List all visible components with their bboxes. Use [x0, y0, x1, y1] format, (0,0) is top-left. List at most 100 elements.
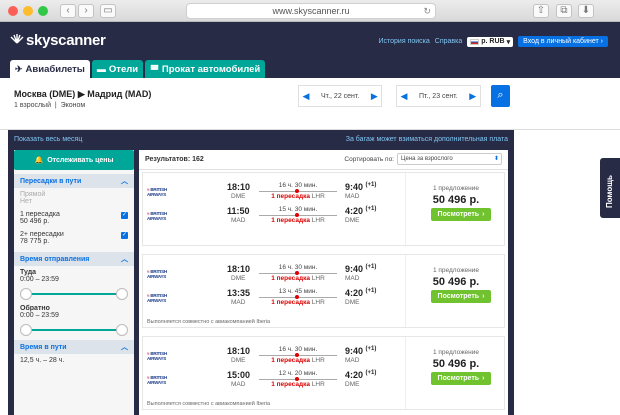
- chevron-right-icon: ›: [482, 211, 485, 218]
- chevron-right-icon: ›: [482, 293, 485, 300]
- departure-time-header[interactable]: Время отправления ︿: [14, 252, 134, 266]
- route-title[interactable]: Москва (DME) ▶ Мадрид (MAD): [14, 89, 151, 100]
- share-icon[interactable]: ⇧: [533, 4, 549, 18]
- reload-icon[interactable]: ↻: [423, 4, 431, 18]
- return-time-slider[interactable]: [20, 324, 128, 336]
- view-deal-button[interactable]: Посмотреть ›: [431, 208, 491, 221]
- flight-leg: ≈ BRITISH AIRWAYS 18:10 DME 16 ч. 30 мин. 1 …: [143, 345, 403, 367]
- arrival-airport: DME: [345, 299, 360, 306]
- result-card[interactable]: ≈ BRITISH AIRWAYS 18:10 DME 16 ч. 30 мин. 1 …: [142, 172, 505, 246]
- filter-label: Обратно: [20, 305, 50, 312]
- tab-label: Прокат автомобилей: [161, 63, 261, 75]
- back-icon[interactable]: ‹: [60, 4, 76, 18]
- chevron-down-icon: ▾: [506, 38, 511, 46]
- track-prices-button[interactable]: 🔔 Отслеживать цены: [14, 150, 134, 170]
- help-tab[interactable]: Помощь: [600, 158, 620, 218]
- chevron-right-icon: ›: [482, 375, 485, 382]
- sort-select[interactable]: Цена за взрослого ⬍: [397, 153, 502, 165]
- arrival-time: 9:40 (+1): [345, 182, 377, 192]
- prev-date-icon[interactable]: ◀: [299, 91, 313, 102]
- chevron-down-icon: ⬍: [493, 156, 499, 162]
- sidebar-icon[interactable]: ▭: [100, 4, 116, 18]
- departure-airport: DME: [231, 357, 246, 364]
- view-deal-button[interactable]: Посмотреть ›: [431, 290, 491, 303]
- route-line: [259, 353, 337, 357]
- plane-icon: ✈: [15, 63, 23, 74]
- forward-icon[interactable]: ›: [78, 4, 94, 18]
- logo-text: skyscanner: [26, 32, 106, 49]
- price: 50 496 р.: [432, 276, 480, 288]
- maximize-window-button[interactable]: [38, 6, 48, 16]
- window-controls: [8, 6, 48, 16]
- route-line: [259, 271, 337, 275]
- outbound-time-filter: Туда 0:00 – 23:59: [14, 266, 134, 286]
- close-window-button[interactable]: [8, 6, 18, 16]
- baggage-note-link[interactable]: За багаж может взиматься дополнительная …: [346, 136, 508, 143]
- sort-value: Цена за взрослого: [401, 156, 453, 162]
- departure-time: 13:35: [227, 288, 251, 298]
- slider-handle-start[interactable]: [20, 288, 32, 300]
- travel-time-filter: 12,5 ч. – 28 ч.: [14, 354, 134, 367]
- stops-info: 1 пересадка LHR: [271, 381, 325, 388]
- chevron-up-icon: ︿: [121, 256, 128, 263]
- airline-logo: ≈ BRITISH AIRWAYS: [147, 351, 167, 361]
- flight-duration: 13 ч. 45 мин.: [278, 288, 318, 295]
- search-button[interactable]: ⌕: [491, 85, 510, 107]
- prev-date-icon[interactable]: ◀: [397, 91, 411, 102]
- address-bar[interactable]: www.skyscanner.ru ↻: [186, 3, 436, 19]
- outbound-time-slider[interactable]: [20, 288, 128, 300]
- arrival-airport: DME: [345, 217, 360, 224]
- return-date-picker[interactable]: ◀ Пт., 23 сент. ▶: [396, 85, 481, 107]
- next-date-icon[interactable]: ▶: [367, 91, 381, 102]
- filter-label: Туда: [20, 269, 37, 276]
- slider-handle-end[interactable]: [116, 324, 128, 336]
- show-month-link[interactable]: Показать весь месяц: [14, 136, 82, 143]
- checkbox-checked-icon[interactable]: ✓: [121, 212, 128, 219]
- depart-date-picker[interactable]: ◀ Чт., 22 сент. ▶: [298, 85, 383, 107]
- filter-label: 1 пересадка: [20, 211, 60, 218]
- slider-handle-start[interactable]: [20, 324, 32, 336]
- russia-flag-icon: [470, 38, 480, 45]
- arrival-time: 4:20 (+1): [345, 370, 377, 380]
- departure-airport: DME: [231, 275, 246, 282]
- return-time-filter: Обратно 0:00 – 23:59: [14, 302, 134, 322]
- currency-selector[interactable]: р. RUB ▾: [467, 36, 514, 47]
- slider-handle-end[interactable]: [116, 288, 128, 300]
- arrow-right-icon: ▶: [77, 89, 85, 99]
- offers-count: 1 предложение: [432, 349, 480, 356]
- travel-time-header[interactable]: Время в пути ︿: [14, 340, 134, 354]
- filter-title: Время в пути: [20, 343, 67, 351]
- page: skyscanner История поиска Справка р. RUB…: [0, 22, 620, 415]
- filter-value: 78 775 р.: [20, 238, 50, 245]
- tab-flights[interactable]: ✈ Авиабилеты: [10, 60, 90, 78]
- next-date-icon[interactable]: ▶: [466, 91, 480, 102]
- stops-filter-header[interactable]: Пересадки в пути ︿: [14, 174, 134, 188]
- filter-title: Время отправления: [20, 255, 90, 263]
- filter-one-stop[interactable]: 1 пересадка 50 496 р. ✓: [14, 208, 134, 228]
- departure-airport: MAD: [231, 299, 246, 306]
- logo[interactable]: skyscanner: [10, 32, 106, 49]
- download-icon[interactable]: ⬇: [578, 4, 594, 18]
- flight-duration: 15 ч. 30 мин.: [278, 206, 318, 213]
- origin: Москва (DME): [14, 89, 76, 99]
- filter-two-stops[interactable]: 2+ пересадки 78 775 р. ✓: [14, 228, 134, 248]
- view-deal-button[interactable]: Посмотреть ›: [431, 372, 491, 385]
- checkbox-checked-icon[interactable]: ✓: [121, 232, 128, 239]
- tab-hotels[interactable]: ▬ Отели: [91, 60, 144, 78]
- tabs-icon[interactable]: ⧉: [556, 4, 572, 18]
- help-link[interactable]: Справка: [435, 38, 462, 45]
- tab-label: Авиабилеты: [25, 63, 85, 75]
- login-button[interactable]: Вход в личный кабинет ›: [518, 36, 608, 47]
- history-link[interactable]: История поиска: [378, 38, 429, 45]
- minimize-window-button[interactable]: [23, 6, 33, 16]
- result-card[interactable]: ≈ BRITISH AIRWAYS 18:10 DME 16 ч. 30 мин. 1 …: [142, 336, 505, 410]
- cabin-class: Эконом: [60, 102, 86, 109]
- arrival-time: 4:20 (+1): [345, 206, 377, 216]
- result-card[interactable]: ≈ BRITISH AIRWAYS 18:10 DME 16 ч. 30 мин. 1 …: [142, 254, 505, 328]
- car-icon: ◚: [150, 63, 159, 74]
- airline-logo: ≈ BRITISH AIRWAYS: [147, 269, 167, 279]
- results-count: Результатов: 162: [145, 156, 204, 163]
- offers-count: 1 предложение: [432, 267, 480, 274]
- tab-car-hire[interactable]: ◚ Прокат автомобилей: [145, 60, 266, 78]
- chevron-up-icon: ︿: [121, 178, 128, 185]
